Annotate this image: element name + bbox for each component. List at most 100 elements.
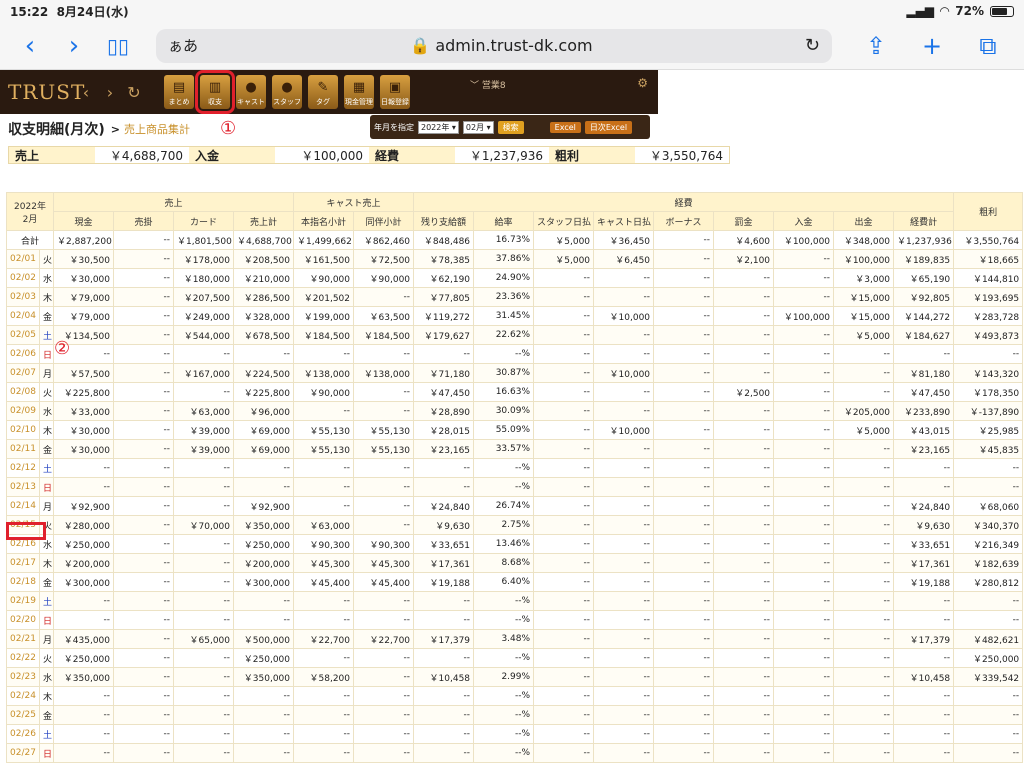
nav-summary-button[interactable]: ▤ まとめ — [164, 75, 194, 109]
table-cell: ￥90,000 — [353, 268, 415, 288]
table-cell: ￥208,500 — [232, 249, 295, 269]
tabs-icon[interactable]: ⧉ — [960, 32, 1016, 60]
nav-daily-report-button[interactable]: ▣ 日報登録 — [380, 75, 410, 109]
daily-excel-button[interactable]: 日次Excel — [584, 120, 633, 134]
table-cell: -- — [353, 743, 415, 763]
reload-icon[interactable]: ↻ — [805, 35, 820, 56]
date-link[interactable]: 02/10 — [6, 420, 40, 440]
address-bar[interactable]: ぁあ 🔒 admin.trust-dk.com ↻ — [156, 28, 832, 63]
status-date: 8月24日(水) — [56, 4, 129, 19]
table-cell: ￥57,500 — [53, 363, 114, 383]
balance-table: 2022年 2月 売上 キャスト売上 経費 粗利 現金 売掛 カード 売上計 本指名小計同… — [6, 192, 1024, 763]
forward-icon[interactable]: › — [52, 31, 96, 61]
next-icon[interactable]: › — [98, 83, 122, 102]
nav-cash-button[interactable]: ▦ 現金管理 — [344, 75, 374, 109]
date-link[interactable]: 02/08 — [6, 382, 40, 402]
date-link[interactable]: 02/01 — [6, 249, 40, 269]
bookmarks-icon[interactable]: ▯▯ — [96, 34, 140, 58]
share-icon[interactable]: ⇪ — [848, 32, 904, 60]
table-cell: -- — [773, 325, 835, 345]
date-link[interactable]: 02/23 — [6, 667, 40, 687]
table-row: 02/26 土 -- -- -- -- -- -- -- --% -- -- -- -- -- -- -- -- — [6, 724, 1024, 744]
year-select[interactable]: 2022年 ▾ — [418, 120, 459, 134]
table-cell: -- — [653, 439, 715, 459]
nav-tag-button[interactable]: ✎ タグ — [308, 75, 338, 109]
excel-button[interactable]: Excel — [549, 121, 581, 133]
weekday-cell: 日 — [39, 610, 54, 630]
nav-staff-button[interactable]: ● スタッフ — [272, 75, 302, 109]
date-link[interactable]: 02/25 — [6, 705, 40, 725]
date-link[interactable]: 02/09 — [6, 401, 40, 421]
table-cell: -- — [113, 610, 174, 630]
table-cell: -- — [113, 496, 174, 516]
table-cell: 6.40% — [473, 572, 535, 592]
date-link[interactable]: 02/26 — [6, 724, 40, 744]
table-row: 02/08 火 ￥225,800 -- -- ￥225,800 ￥90,000 -- ￥47,4… — [6, 382, 1024, 402]
table-cell: -- — [593, 477, 655, 497]
table-cell: -- — [773, 268, 835, 288]
table-cell: -- — [533, 401, 595, 421]
date-link[interactable]: 02/18 — [6, 572, 40, 592]
table-cell: -- — [833, 344, 895, 364]
date-link[interactable]: 02/19 — [6, 591, 40, 611]
date-link[interactable]: 02/13 — [6, 477, 40, 497]
table-cell: -- — [893, 591, 955, 611]
sales-dropdown[interactable]: ﹀ 営業8 — [470, 78, 506, 91]
table-cell: -- — [533, 344, 595, 364]
date-link[interactable]: 02/03 — [6, 287, 40, 307]
date-link[interactable]: 02/05 — [6, 325, 40, 345]
table-cell: -- — [533, 553, 595, 573]
breadcrumb-link[interactable]: 売上商品集計 — [124, 123, 190, 136]
prev-icon[interactable]: ‹ — [74, 83, 98, 102]
gear-icon[interactable]: ⚙ — [637, 76, 648, 90]
table-cell: -- — [593, 401, 655, 421]
date-link[interactable]: 02/07 — [6, 363, 40, 383]
date-link[interactable]: 02/24 — [6, 686, 40, 706]
new-tab-icon[interactable]: + — [904, 32, 960, 60]
weekday-cell: 火 — [39, 249, 54, 269]
table-cell: -- — [833, 496, 895, 516]
table-cell: -- — [593, 534, 655, 554]
table-cell: -- — [713, 401, 775, 421]
date-link[interactable]: 02/12 — [6, 458, 40, 478]
date-link[interactable]: 02/22 — [6, 648, 40, 668]
date-link[interactable]: 02/17 — [6, 553, 40, 573]
table-cell: ￥250,000 — [953, 648, 1024, 668]
table-cell: -- — [773, 534, 835, 554]
date-link[interactable]: 02/27 — [6, 743, 40, 763]
date-link[interactable]: 02/11 — [6, 439, 40, 459]
table-cell: --% — [473, 610, 535, 630]
date-link[interactable]: 02/14 — [6, 496, 40, 516]
table-cell: -- — [653, 743, 715, 763]
table-cell: -- — [713, 743, 775, 763]
date-link[interactable]: 02/20 — [6, 610, 40, 630]
table-cell: -- — [593, 382, 655, 402]
table-cell: ￥10,000 — [593, 420, 655, 440]
date-link[interactable]: 02/02 — [6, 268, 40, 288]
table-cell: ￥350,000 — [53, 667, 114, 687]
column-header: 入金 — [773, 211, 835, 231]
weekday-cell: 木 — [39, 420, 54, 440]
table-cell: 24.90% — [473, 268, 535, 288]
reader-options-button[interactable]: ぁあ — [168, 35, 198, 56]
table-cell: -- — [353, 496, 415, 516]
table-cell: -- — [533, 515, 595, 535]
table-cell: -- — [653, 629, 715, 649]
date-link[interactable]: 02/21 — [6, 629, 40, 649]
refresh-icon[interactable]: ↻ — [122, 83, 146, 102]
table-cell: -- — [713, 420, 775, 440]
weekday-cell: 土 — [39, 591, 54, 611]
table-cell: ￥33,000 — [53, 401, 114, 421]
table-cell: -- — [713, 496, 775, 516]
back-icon[interactable]: ‹ — [8, 31, 52, 61]
date-link[interactable]: 02/04 — [6, 306, 40, 326]
table-cell: -- — [113, 268, 174, 288]
search-button[interactable]: 検索 — [497, 120, 524, 134]
table-cell: ￥30,000 — [53, 268, 114, 288]
date-link[interactable]: 02/06 — [6, 344, 40, 364]
nav-cast-button[interactable]: ● キャスト — [236, 75, 266, 109]
month-select[interactable]: 02月 ▾ — [462, 120, 494, 134]
table-cell: -- — [353, 667, 415, 687]
nav-balance-button[interactable]: ▥ 収支 — [195, 70, 235, 114]
table-cell: -- — [833, 458, 895, 478]
